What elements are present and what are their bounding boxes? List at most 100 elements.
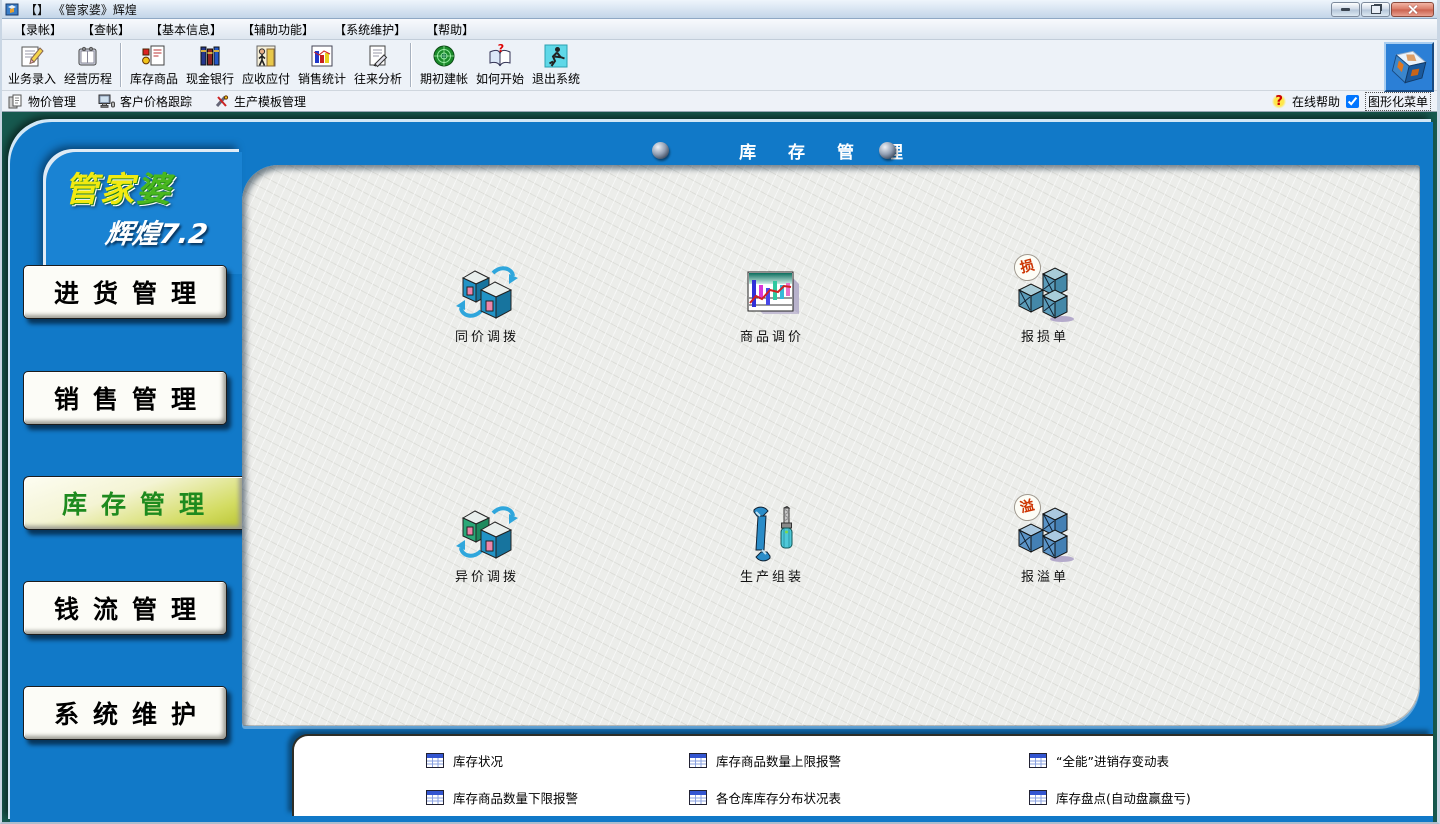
link-label: 库存商品数量上限报警 [716,751,841,770]
close-button[interactable] [1391,2,1434,17]
shortcut-goods-price-adjust[interactable]: 商品调价 [707,260,837,345]
brand-text-1: 管家 [64,170,136,210]
menu-item-record[interactable]: 【录帐】 [4,19,72,40]
svg-text:?: ? [498,43,504,55]
brand-cube-icon [1390,48,1428,86]
menu-item-help[interactable]: 【帮助】 [416,19,484,40]
shortcut-surplus-report[interactable]: 溢 报溢单 [980,500,1110,585]
toolbar-button-label: 应收应付 [242,70,290,87]
link-label: 库存状况 [453,751,503,770]
report-links-panel: 库存状况 库存商品数量上限报警 “全能”进销存变动表 库存商品数量下限报警 [292,734,1433,816]
shortcut-label: 报溢单 [980,566,1110,585]
sidebar-item-sales[interactable]: 销售管理 [23,371,227,425]
initial-account-icon [431,43,457,69]
toolbar-button-transaction-analysis[interactable]: 往来分析 [350,42,406,88]
template-tools-icon [214,94,229,109]
toolbar-button-label: 期初建帐 [420,70,468,87]
decor-sphere-icon [879,142,896,159]
table-icon [426,753,444,768]
menu-item-query[interactable]: 【查帐】 [72,19,140,40]
link-upper-limit-alarm[interactable]: 库存商品数量上限报警 [689,751,1029,770]
toolbar2-label: 物价管理 [28,93,76,110]
price-chart-icon [743,268,801,322]
toolbar-button-label: 销售统计 [298,70,346,87]
app-window: 【】 《管家婆》辉煌 【录帐】 【查帐】 【基本信息】 【辅助功能】 【系统维护… [0,0,1440,824]
link-inventory-status[interactable]: 库存状况 [426,751,689,770]
sidebar: 管家婆 辉煌7.2 进货管理 销售管理 库存管理 钱流管理 系统维护 [10,122,242,822]
sidebar-item-purchase[interactable]: 进货管理 [23,265,227,319]
menu-item-auxiliary[interactable]: 【辅助功能】 [232,19,324,40]
toolbar-button-inventory-goods[interactable]: 库存商品 [126,42,182,88]
toolbar-button-label: 往来分析 [354,70,402,87]
toolbar-button-label: 退出系统 [532,70,580,87]
brand-cube-panel [1384,42,1434,92]
app-icon [5,2,19,16]
goods-icon [141,43,167,69]
shortcut-same-price-transfer[interactable]: 同价调拨 [422,260,552,345]
minimize-button[interactable] [1331,2,1360,17]
toolbar2-price-management[interactable]: 物价管理 [8,93,76,110]
menu-item-basic-info[interactable]: 【基本信息】 [140,19,232,40]
cash-bank-icon [197,43,223,69]
toolbar-button-exit-system[interactable]: 退出系统 [528,42,584,88]
monitor-icon [98,94,115,109]
toolbar-button-label: 业务录入 [8,70,56,87]
sidebar-item-system-maintenance[interactable]: 系统维护 [23,686,227,740]
shortcut-label: 同价调拨 [422,326,552,345]
toolbar-button-how-to-start[interactable]: ? 如何开始 [472,42,528,88]
table-icon [689,753,707,768]
minimize-icon [1341,8,1350,11]
shortcut-label: 异价调拨 [422,566,552,585]
sidebar-item-cash-flow[interactable]: 钱流管理 [23,581,227,635]
link-allround-change-table[interactable]: “全能”进销存变动表 [1029,751,1191,770]
toolbar-button-receivable-payable[interactable]: 应收应付 [238,42,294,88]
toolbar-separator [410,43,412,87]
assembly-tools-icon [744,506,800,562]
notepad-pencil-icon [19,43,45,69]
table-icon [1029,790,1047,805]
page-title: 库 存 管 理 [242,138,1413,163]
toolbar-button-sales-statistics[interactable]: 销售统计 [294,42,350,88]
toolbar2-customer-price-tracking[interactable]: 客户价格跟踪 [98,93,192,110]
link-stocktake[interactable]: 库存盘点(自动盘赢盘亏) [1029,788,1191,807]
toolbar-button-label: 现金银行 [186,70,234,87]
shortcut-label: 报损单 [980,326,1110,345]
close-icon [1408,5,1417,14]
exit-system-icon [543,43,569,69]
analysis-doc-icon [365,43,391,69]
toolbar2-production-template[interactable]: 生产模板管理 [214,93,306,110]
shortcut-label: 生产组装 [707,566,837,585]
toolbar-button-label: 经营历程 [64,70,112,87]
sidebar-item-inventory[interactable]: 库存管理 [23,476,242,530]
table-icon [1029,753,1047,768]
link-label: 各仓库库存分布状况表 [716,788,841,807]
toolbar-separator [120,43,122,87]
ledger-icon [75,43,101,69]
shortcut-production-assembly[interactable]: 生产组装 [707,500,837,585]
toolbar-button-business-history[interactable]: 经营历程 [60,42,116,88]
restore-button[interactable] [1361,2,1390,17]
toolbar-button-initial-account[interactable]: 期初建帐 [416,42,472,88]
brand-text-2: 婆 [136,170,172,210]
online-help-link[interactable]: 在线帮助 [1292,93,1340,110]
main-area: 管家婆 辉煌7.2 进货管理 销售管理 库存管理 钱流管理 系统维护 库 存 管… [2,112,1437,822]
edition-logo: 辉煌7.2 [103,212,210,251]
toolbar-button-business-entry[interactable]: 业务录入 [4,42,60,88]
toolbar2-label: 客户价格跟踪 [120,93,192,110]
price-docs-icon [8,94,23,109]
brand-logo: 管家婆 [64,162,172,211]
graphic-menu-label[interactable]: 图形化菜单 [1365,92,1431,111]
toolbar-button-label: 库存商品 [130,70,178,87]
shortcut-diff-price-transfer[interactable]: 异价调拨 [422,500,552,585]
menu-item-system-maintenance[interactable]: 【系统维护】 [324,19,416,40]
link-lower-limit-alarm[interactable]: 库存商品数量下限报警 [426,788,689,807]
receivable-payable-icon [253,43,279,69]
toolbar-button-cash-bank[interactable]: 现金银行 [182,42,238,88]
toolbar2-label: 生产模板管理 [234,93,306,110]
shortcut-loss-report[interactable]: 损 报损单 [980,260,1110,345]
how-to-start-icon: ? [487,43,513,69]
warehouse-transfer-diff-icon [455,502,519,562]
link-warehouse-distribution[interactable]: 各仓库库存分布状况表 [689,788,1029,807]
graphic-menu-checkbox[interactable] [1346,95,1359,108]
table-icon [689,790,707,805]
